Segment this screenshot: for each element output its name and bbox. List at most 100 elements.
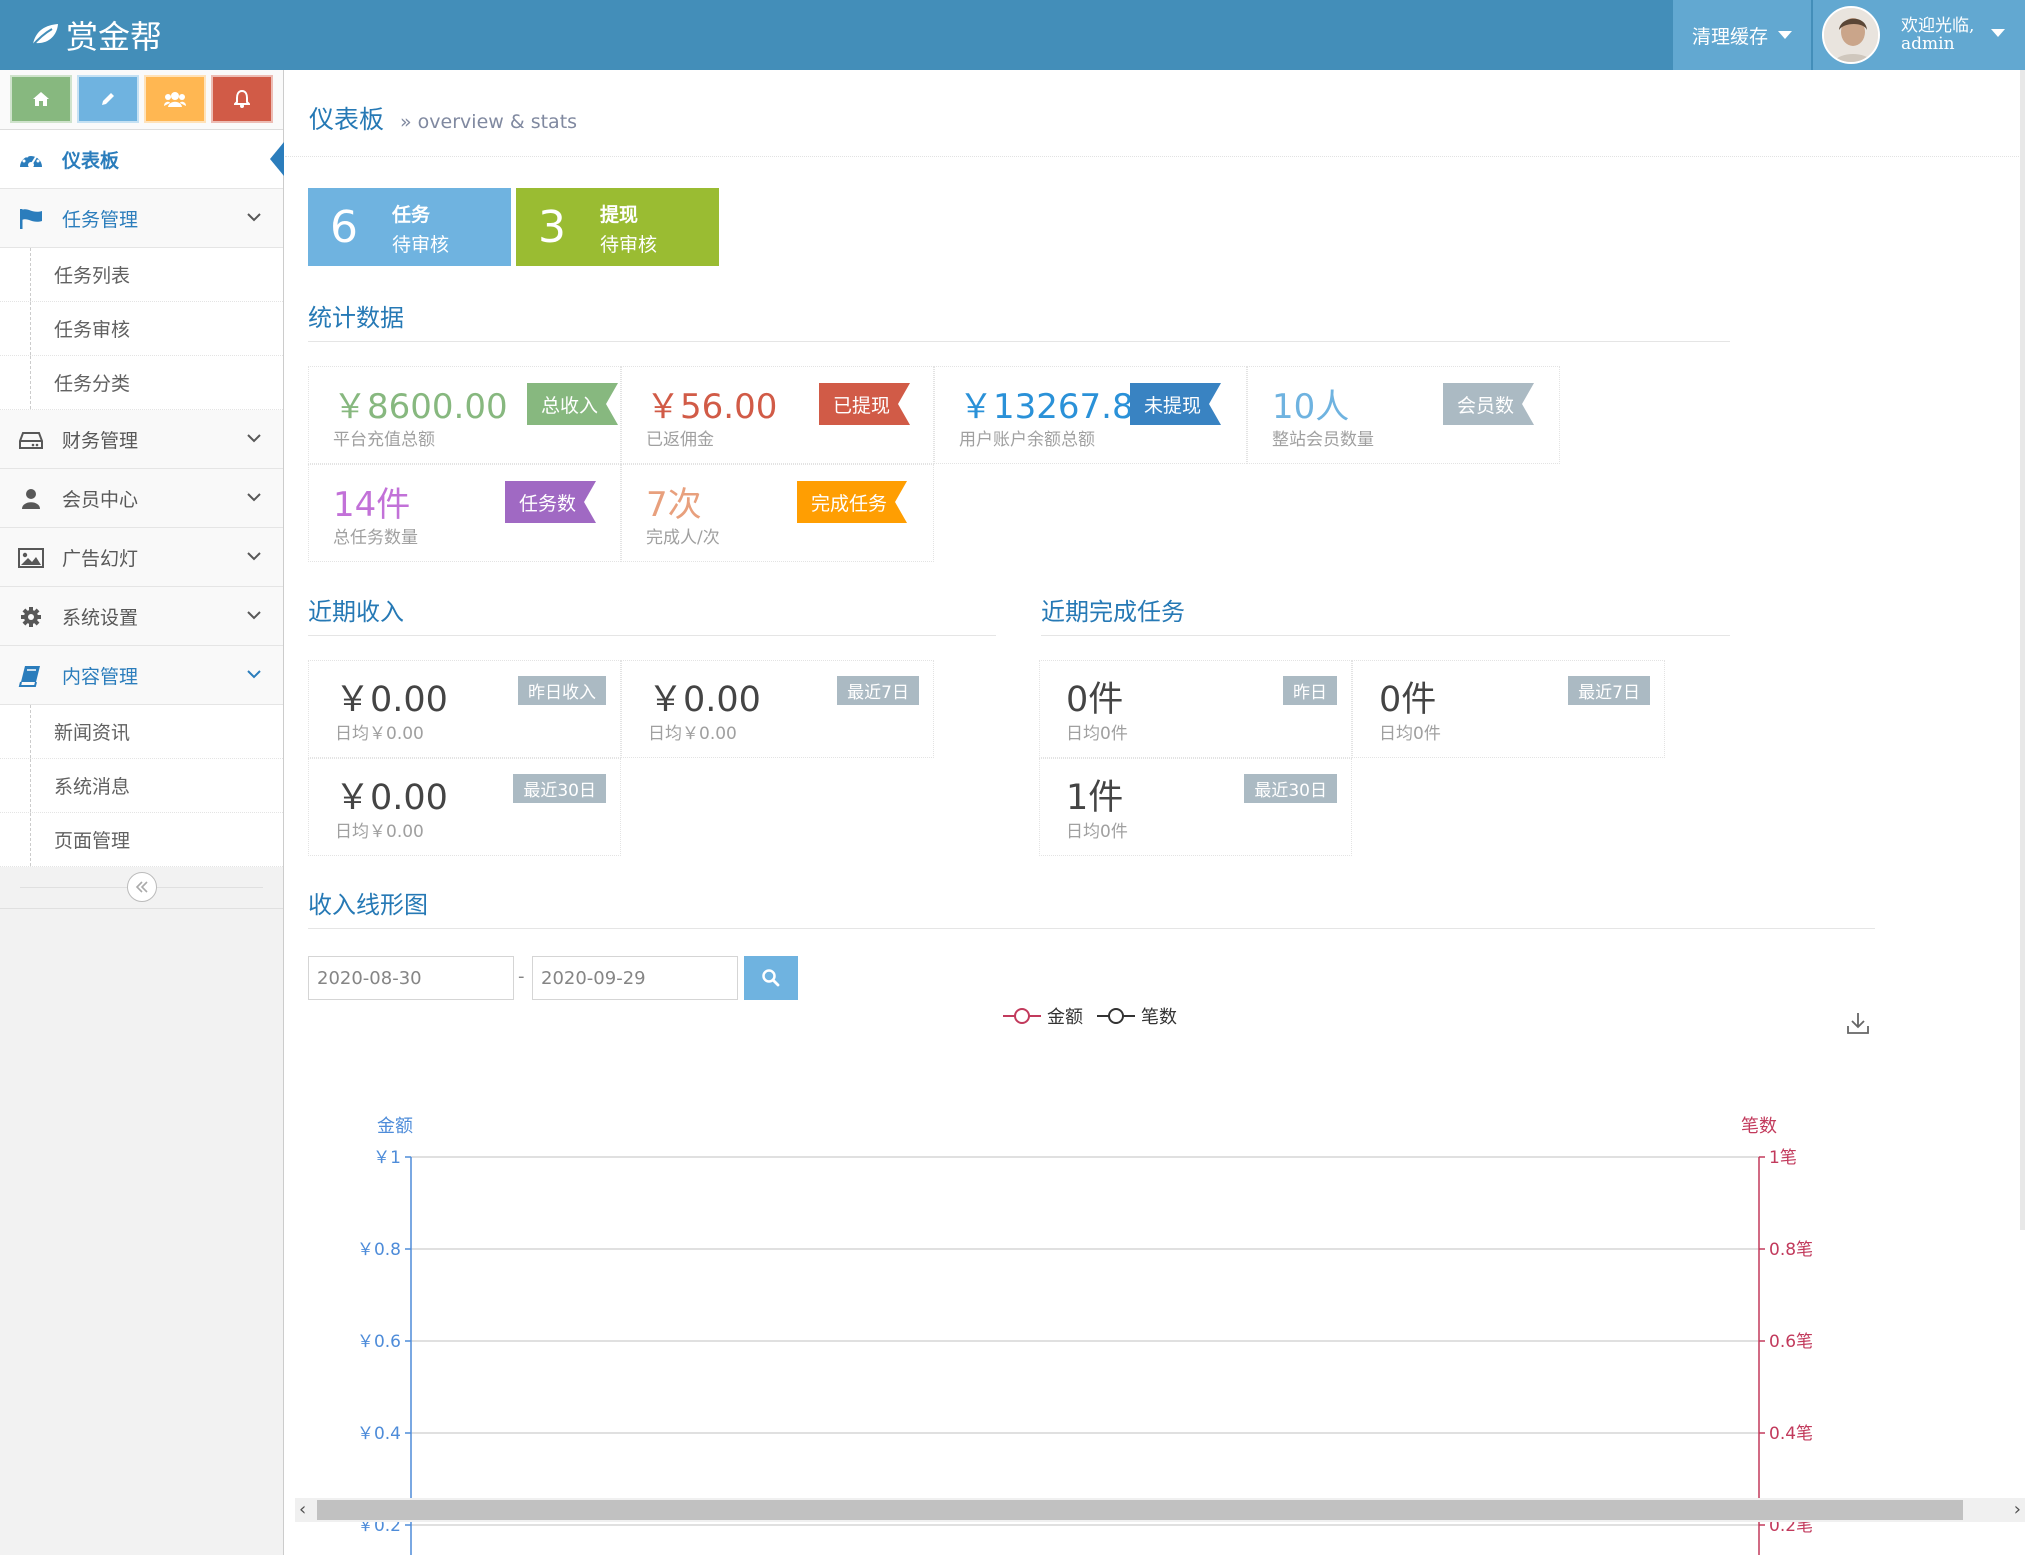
stats-section-title: 统计数据 xyxy=(308,304,404,332)
tasks-tag: 最近7日 xyxy=(1568,676,1650,705)
sidebar-item-task-list[interactable]: 任务列表 xyxy=(0,248,283,302)
stat-completed-tasks: 7次 完成人/次 完成任务 xyxy=(621,464,934,562)
income-value: ￥0.00 xyxy=(648,680,761,720)
pending-title: 任务 xyxy=(392,204,431,226)
vertical-scrollbar[interactable] xyxy=(2020,70,2025,1230)
sidebar-item-news[interactable]: 新闻资讯 xyxy=(0,705,283,759)
shortcut-edit-button[interactable] xyxy=(77,75,139,123)
sidebar-item-page-management[interactable]: 页面管理 xyxy=(0,813,283,867)
stat-value: 7次 xyxy=(646,485,702,525)
y-right-tick-label: 1笔 xyxy=(1769,1148,1797,1168)
legend-label: 金额 xyxy=(1047,1007,1083,1028)
y-right-tick-label: 0.6笔 xyxy=(1769,1332,1813,1352)
sidebar-item-task-category[interactable]: 任务分类 xyxy=(0,356,283,410)
legend-item-count[interactable]: 笔数 xyxy=(1097,1003,1177,1029)
sidebar-item-ads[interactable]: 广告幻灯 xyxy=(0,528,283,587)
book-icon xyxy=(17,664,45,688)
y-left-tick-label: ￥0.4 xyxy=(357,1424,401,1444)
save-chart-button[interactable] xyxy=(1845,1010,1871,1040)
shortcut-home-button[interactable] xyxy=(10,75,72,123)
sidebar-item-label: 任务管理 xyxy=(62,208,139,231)
sidebar-item-content[interactable]: 内容管理 xyxy=(0,646,283,705)
stat-description: 用户账户余额总额 xyxy=(959,430,1095,450)
main-content: 仪表板 » overview & stats 6 任务 待审核 3 提现 待审核… xyxy=(285,70,2025,1555)
legend-item-amount[interactable]: 金额 xyxy=(1003,1003,1083,1029)
brand-logo[interactable]: 赏金帮 xyxy=(30,12,162,58)
sidebar-item-members[interactable]: 会员中心 xyxy=(0,469,283,528)
pencil-icon xyxy=(102,93,114,105)
sidebar-item-label: 财务管理 xyxy=(62,429,139,452)
tasks-tag: 最近30日 xyxy=(1244,774,1337,803)
stat-member-count: 10人 整站会员数量 会员数 xyxy=(1247,366,1560,464)
y-left-tick-label: ￥0.8 xyxy=(357,1240,401,1260)
sidebar-item-label: 页面管理 xyxy=(54,830,131,852)
user-icon xyxy=(17,487,45,511)
user-menu[interactable]: 欢迎光临, admin xyxy=(1813,0,2025,70)
y-left-tick-label: ￥1 xyxy=(373,1148,401,1168)
stat-value: 14件 xyxy=(333,485,411,525)
y-axis-left-title: 金额 xyxy=(377,1116,413,1137)
collapse-sidebar-button[interactable] xyxy=(127,872,157,902)
pending-withdrawals-box[interactable]: 3 提现 待审核 xyxy=(516,188,719,266)
shortcut-users-button[interactable] xyxy=(144,75,206,123)
stat-tag: 已提现 xyxy=(819,383,910,425)
dashboard-icon xyxy=(17,148,45,172)
start-date-input[interactable]: 2020-08-30 xyxy=(308,956,514,1000)
income-tag: 最近7日 xyxy=(837,676,919,705)
stat-not-withdrawn: ￥13267.84 用户账户余额总额 未提现 xyxy=(934,366,1247,464)
sidebar-item-task-review[interactable]: 任务审核 xyxy=(0,302,283,356)
income-average: 日均￥0.00 xyxy=(335,724,424,744)
pending-status: 待审核 xyxy=(600,234,658,256)
sidebar-shortcuts xyxy=(0,70,283,130)
legend-line-circle-icon xyxy=(1097,1008,1135,1024)
income-value: ￥0.00 xyxy=(335,680,448,720)
sidebar-item-settings[interactable]: 系统设置 xyxy=(0,587,283,646)
stat-value: ￥56.00 xyxy=(646,387,778,427)
stat-value: 10人 xyxy=(1272,387,1350,427)
income-section-title: 近期收入 xyxy=(308,598,404,626)
users-icon xyxy=(164,92,186,107)
linechart-section-title: 收入线形图 xyxy=(308,891,428,919)
tasks-average: 日均0件 xyxy=(1066,822,1128,842)
legend-line-circle-icon xyxy=(1003,1008,1041,1024)
sidebar-item-label: 内容管理 xyxy=(62,665,139,688)
scrollbar-thumb[interactable] xyxy=(317,1500,1963,1520)
chart-legend: 金额 笔数 xyxy=(1003,1003,1177,1029)
stat-task-count: 14件 总任务数量 任务数 xyxy=(308,464,621,562)
username: admin xyxy=(1901,34,1955,54)
tasks-average: 日均0件 xyxy=(1379,724,1441,744)
income-tag: 昨日收入 xyxy=(518,676,606,705)
tasks-average: 日均0件 xyxy=(1066,724,1128,744)
sidebar-collapse-row xyxy=(0,867,283,909)
shortcut-notifications-button[interactable] xyxy=(211,75,273,123)
sidebar-item-task-management[interactable]: 任务管理 xyxy=(0,189,283,248)
sidebar-item-finance[interactable]: 财务管理 xyxy=(0,410,283,469)
active-marker xyxy=(270,142,284,176)
tasks-value: 0件 xyxy=(1379,680,1437,720)
date-range-separator: - xyxy=(518,966,525,987)
leaf-icon xyxy=(31,24,58,47)
stat-tag: 未提现 xyxy=(1130,383,1221,425)
page-header: 仪表板 » overview & stats xyxy=(309,100,577,136)
income-7days: ￥0.00 日均￥0.00 最近7日 xyxy=(621,660,934,758)
chevron-down-icon xyxy=(247,493,261,502)
stat-total-income: ￥8600.00 平台充值总额 总收入 xyxy=(308,366,621,464)
clear-cache-button[interactable]: 清理缓存 xyxy=(1673,0,1811,70)
scroll-left-arrow[interactable]: ‹ xyxy=(299,1499,306,1520)
sidebar-item-label: 系统设置 xyxy=(62,606,139,629)
avatar xyxy=(1822,6,1880,64)
caret-down-icon xyxy=(1991,29,2005,37)
horizontal-scrollbar[interactable]: ‹ › xyxy=(295,1498,2025,1522)
pending-tasks-box[interactable]: 6 任务 待审核 xyxy=(308,188,511,266)
end-date-input[interactable]: 2020-09-29 xyxy=(532,956,738,1000)
sidebar-item-label: 任务审核 xyxy=(54,319,131,341)
sidebar-item-dashboard[interactable]: 仪表板 xyxy=(0,130,284,189)
y-axis-right-title: 笔数 xyxy=(1741,1116,1777,1137)
scroll-right-arrow[interactable]: › xyxy=(2014,1499,2021,1520)
sidebar-item-system-messages[interactable]: 系统消息 xyxy=(0,759,283,813)
pending-count: 3 xyxy=(538,202,566,253)
caret-down-icon xyxy=(1778,31,1792,39)
stat-value: ￥8600.00 xyxy=(333,387,508,427)
search-button[interactable] xyxy=(744,956,798,1000)
income-average: 日均￥0.00 xyxy=(648,724,737,744)
